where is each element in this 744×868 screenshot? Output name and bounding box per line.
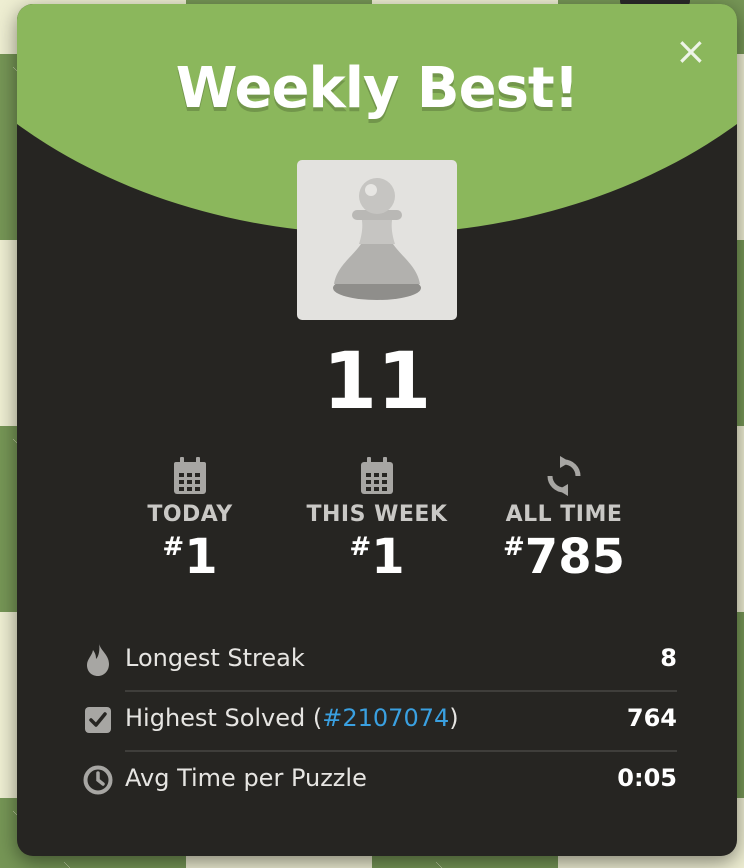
puzzle-id-link[interactable]: #2107074: [322, 704, 449, 732]
stat-value: 0:05: [617, 764, 677, 792]
checkbox-icon: [83, 702, 113, 736]
pawn-piece-card: [297, 160, 457, 320]
rank-label: THIS WEEK: [306, 502, 448, 527]
stat-value: 8: [660, 644, 677, 672]
stat-label: Longest Streak: [125, 644, 305, 672]
rank-value: #785: [503, 529, 625, 585]
calendar-icon: [359, 456, 395, 496]
close-button[interactable]: ×: [675, 32, 707, 70]
rank-summary: TODAY #1 THIS WEEK #1 ALL TIME #785: [17, 456, 737, 596]
pawn-icon: [333, 178, 421, 300]
calendar-icon: [172, 456, 208, 496]
stat-highest-solved: Highest Solved (#2107074) 764: [83, 692, 677, 752]
flame-icon: [83, 642, 113, 676]
weekly-best-modal: Weekly Best! × 11 TODAY #1 THIS WEEK #1 …: [17, 4, 737, 856]
rank-today: TODAY #1: [100, 456, 280, 585]
stat-label: Avg Time per Puzzle: [125, 764, 367, 792]
rank-all-time: ALL TIME #785: [474, 456, 654, 585]
stat-longest-streak: Longest Streak 8: [83, 632, 677, 692]
rank-label: TODAY: [147, 502, 233, 527]
stat-label: Highest Solved (#2107074): [125, 704, 459, 732]
clock-icon: [83, 762, 113, 796]
rank-this-week: THIS WEEK #1: [287, 456, 467, 585]
rank-value: #1: [162, 529, 218, 585]
rank-value: #1: [349, 529, 405, 585]
modal-title: Weekly Best!: [175, 56, 579, 121]
stat-value: 764: [626, 704, 677, 732]
puzzle-score: 11: [322, 337, 432, 427]
stat-avg-time: Avg Time per Puzzle 0:05: [83, 752, 677, 812]
refresh-icon: [546, 456, 582, 496]
rank-label: ALL TIME: [505, 502, 623, 527]
stats-list: Longest Streak 8 Highest Solved (#210707…: [83, 632, 677, 812]
